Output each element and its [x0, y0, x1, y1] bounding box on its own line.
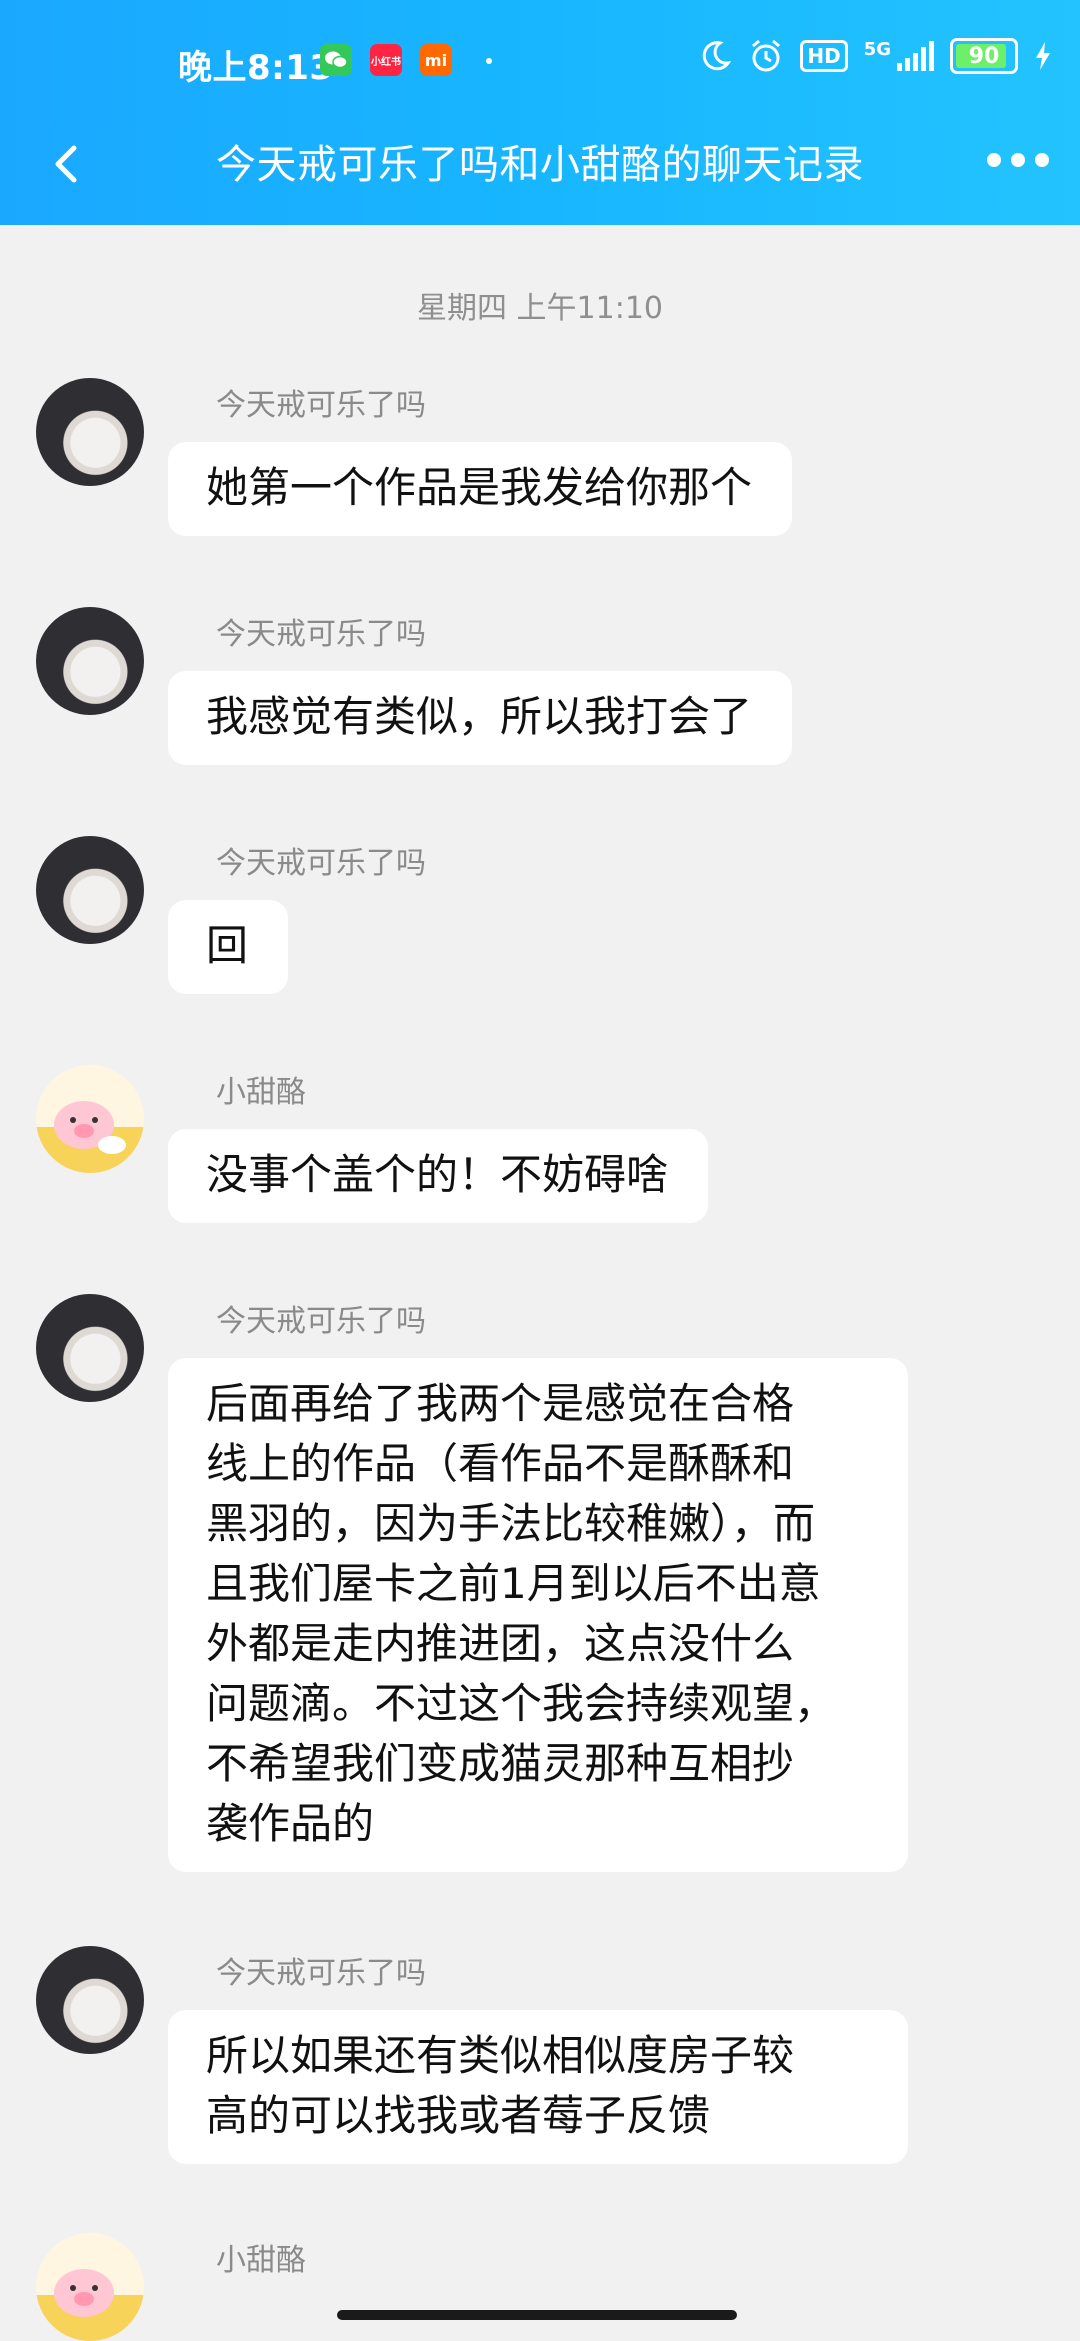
sender-name: 今天戒可乐了吗 [216, 617, 426, 652]
page-title: 今天戒可乐了吗和小甜酪的聊天记录 [216, 142, 864, 188]
alarm-icon [752, 39, 781, 72]
network-label: 5G [863, 39, 891, 60]
header-bar: 晚上8:13 小红书 mi HD 5G 90 今天戒可乐了吗和小甜酪的聊天记录 [0, 0, 1080, 225]
signal-bars [897, 41, 934, 71]
girl-avatar[interactable] [36, 1294, 144, 1402]
message-bubble[interactable]: 没事个盖个的！不妨碍啥 [168, 1129, 709, 1223]
sender-name: 今天戒可乐了吗 [216, 1304, 426, 1339]
status-bar: 晚上8:13 小红书 mi HD 5G 90 [0, 0, 1080, 120]
signal-icon: 5G [864, 41, 934, 71]
moon-icon [703, 41, 732, 71]
home-indicator[interactable] [337, 2310, 737, 2320]
charging-icon [1036, 42, 1050, 70]
title-bar: 今天戒可乐了吗和小甜酪的聊天记录 [0, 120, 1080, 220]
mi-icon: mi [420, 44, 452, 76]
girl-avatar[interactable] [36, 836, 144, 944]
more-button[interactable] [986, 150, 1050, 170]
hd-icon: HD [800, 40, 848, 72]
girl-avatar[interactable] [36, 378, 144, 486]
pig-avatar-icon [36, 1101, 144, 1173]
battery-level: 90 [968, 43, 1000, 69]
message-bubble[interactable]: 所以如果还有类似相似度房子较 高的可以找我或者莓子反馈 [168, 2010, 908, 2164]
pig-avatar[interactable] [36, 1065, 144, 1173]
status-dot [486, 58, 492, 64]
chat-timestamp: 星期四 上午11:10 [417, 291, 663, 326]
girl-avatar[interactable] [36, 607, 144, 715]
message-bubble[interactable]: 我感觉有类似，所以我打会了 [168, 671, 793, 765]
status-right-group: HD 5G 90 [698, 38, 1052, 74]
message-bubble[interactable]: 后面再给了我两个是感觉在合格 线上的作品（看作品不是酥酥和 黑羽的，因为手法比较… [168, 1358, 908, 1872]
pig-avatar-icon [36, 2269, 144, 2341]
more-dot [1011, 153, 1025, 167]
pig-avatar[interactable] [36, 2233, 144, 2341]
sender-name: 今天戒可乐了吗 [216, 1956, 426, 1991]
xiaohongshu-icon: 小红书 [370, 44, 402, 76]
message-bubble[interactable]: 她第一个作品是我发给你那个 [168, 442, 793, 536]
wechat-icon [320, 44, 352, 76]
sender-name: 小甜酪 [216, 1075, 306, 1110]
message-bubble[interactable]: 回 [168, 900, 289, 994]
battery-icon: 90 [950, 38, 1018, 74]
sender-name: 今天戒可乐了吗 [216, 846, 426, 881]
sender-name: 今天戒可乐了吗 [216, 388, 426, 423]
girl-avatar[interactable] [36, 1946, 144, 2054]
more-dots-icon [987, 153, 1001, 167]
status-time: 晚上8:13 [178, 48, 334, 88]
sender-name: 小甜酪 [216, 2243, 306, 2278]
more-dot [1035, 153, 1049, 167]
